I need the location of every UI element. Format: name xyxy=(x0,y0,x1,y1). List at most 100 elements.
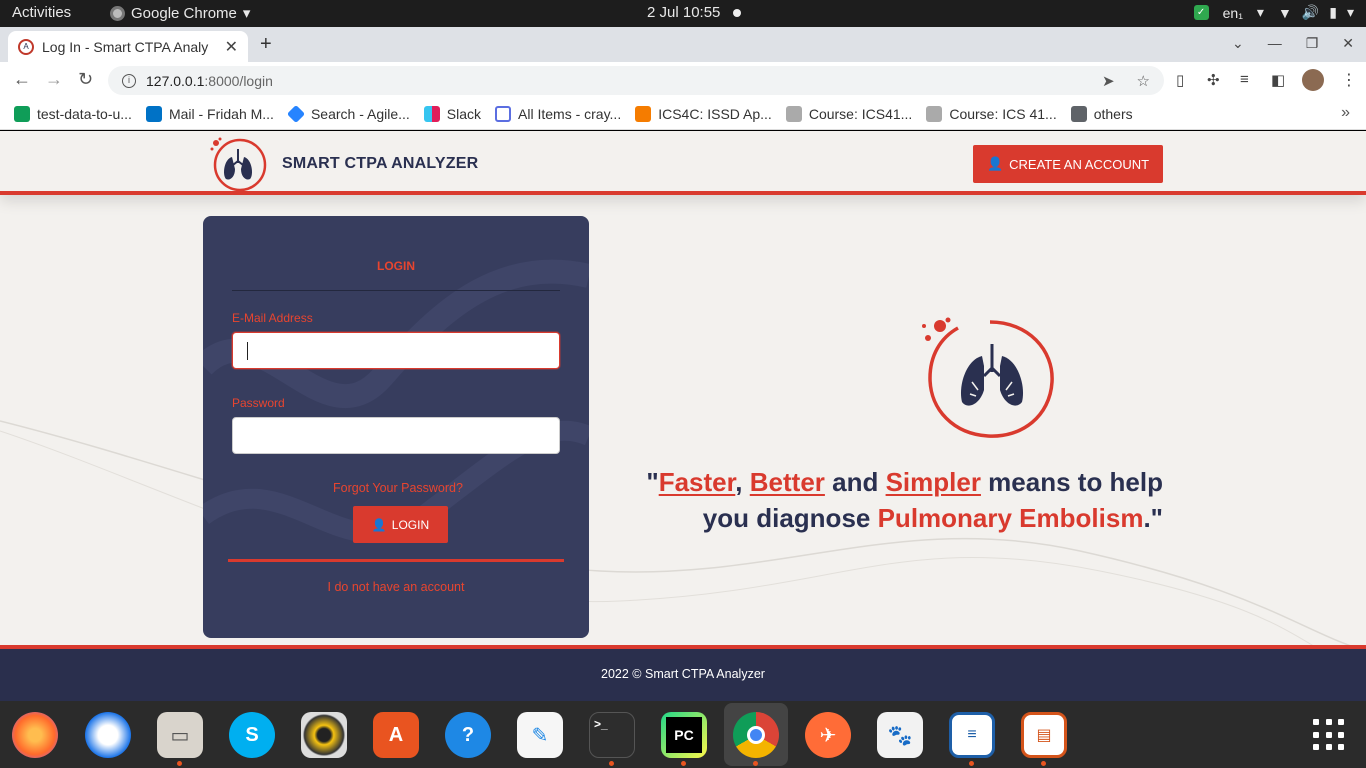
document-icon[interactable]: ▯ xyxy=(1176,71,1184,89)
pycharm-icon[interactable]: PC xyxy=(661,712,707,766)
side-panel-icon[interactable]: ◧ xyxy=(1271,71,1285,89)
tab-login[interactable]: A Log In - Smart CTPA Analy ✕ xyxy=(8,31,248,62)
tab-strip: A Log In - Smart CTPA Analy ✕ + ⌄ — ❐ ✕ xyxy=(0,27,1366,62)
login-title: LOGIN xyxy=(377,259,415,273)
terminal-icon[interactable]: >_ xyxy=(589,712,635,766)
login-button-label: LOGIN xyxy=(391,517,430,532)
person-icon xyxy=(635,105,652,122)
close-window-button[interactable]: ✕ xyxy=(1342,35,1354,52)
login-button[interactable]: 👤 LOGIN xyxy=(353,506,448,543)
close-tab-icon[interactable]: ✕ xyxy=(225,37,238,57)
bookmark-item[interactable]: Course: ICS 41... xyxy=(926,105,1057,122)
browser-toolbar: ← → ↻ i 127.0.0.1:8000/login ➤ ☆ ▯ ✣ ≡ ◧… xyxy=(0,62,1366,98)
paperclip-icon xyxy=(495,105,512,122)
web-page: SMART CTPA ANALYZER 👤 CREATE AN ACCOUNT … xyxy=(0,131,1366,701)
slack-icon xyxy=(423,105,440,122)
app-menu-label: Google Chrome xyxy=(131,4,237,22)
sheets-icon xyxy=(14,105,30,122)
brand[interactable]: SMART CTPA ANALYZER xyxy=(206,135,478,193)
bookmark-star-icon[interactable]: ☆ xyxy=(1137,72,1150,90)
minimize-button[interactable]: — xyxy=(1268,35,1282,52)
app-menu[interactable]: Google Chrome ▾ xyxy=(110,4,250,22)
keyboard-language[interactable]: en₁ xyxy=(1223,5,1243,21)
email-label: E-Mail Address xyxy=(232,311,313,325)
register-link[interactable]: I do not have an account xyxy=(203,580,589,594)
media-queue-icon[interactable]: ≡ xyxy=(1240,71,1249,88)
tab-title: Log In - Smart CTPA Analy xyxy=(42,38,209,55)
bookmark-item[interactable]: Search - Agile... xyxy=(286,104,410,123)
thunderbird-icon[interactable] xyxy=(85,712,131,758)
chevron-down-icon: ▾ xyxy=(242,5,251,22)
bookmark-item[interactable]: ICS4C: ISSD Ap... xyxy=(635,105,772,122)
lungs-logo-icon xyxy=(210,137,267,192)
text-caret xyxy=(247,342,248,360)
more-bookmarks-icon[interactable]: » xyxy=(1341,104,1350,122)
chevron-down-icon: ▾ xyxy=(1256,4,1264,20)
restore-button[interactable]: ❐ xyxy=(1306,35,1319,52)
skype-icon[interactable]: S xyxy=(229,712,275,758)
rhythmbox-icon[interactable] xyxy=(301,712,347,758)
user-plus-icon: 👤 xyxy=(986,156,1004,171)
show-applications-button[interactable] xyxy=(1313,719,1345,751)
email-field[interactable] xyxy=(232,332,560,369)
chrome-icon[interactable] xyxy=(733,712,779,766)
hero-tagline: "Faster, Better and Simpler means to hel… xyxy=(646,467,1163,533)
files-icon[interactable]: ▭ xyxy=(157,712,203,766)
bookmark-item[interactable]: Course: ICS41... xyxy=(785,105,912,122)
lungs-logo-icon xyxy=(922,317,1054,438)
writer-icon[interactable]: ≡ xyxy=(949,712,995,766)
tab-search-icon[interactable]: ⌄ xyxy=(1232,35,1244,52)
help-icon[interactable]: ? xyxy=(445,712,491,758)
dock: ▭ S A ? ✎ >_ PC ✈ 🐾 ≡ ▤ xyxy=(0,701,1366,768)
copyright-text: 2022 © Smart CTPA Analyzer xyxy=(601,667,765,681)
chrome-icon xyxy=(110,5,125,21)
bookmark-item[interactable]: test-data-to-u... xyxy=(14,105,132,122)
bookmarks-bar: test-data-to-u... Mail - Fridah M... Sea… xyxy=(0,98,1366,130)
reload-icon[interactable]: ↻ xyxy=(78,69,93,90)
jira-icon xyxy=(286,104,306,123)
volume-icon: 🔊 xyxy=(1301,4,1320,20)
profile-avatar[interactable] xyxy=(1302,69,1324,91)
clock[interactable]: 2 Jul 10:55 xyxy=(647,4,720,21)
outlook-icon xyxy=(145,105,162,122)
lungs-favicon-icon: A xyxy=(18,38,34,55)
info-icon[interactable]: i xyxy=(122,73,136,88)
software-icon[interactable]: A xyxy=(373,712,419,758)
moodle-icon xyxy=(926,105,943,122)
notification-dot xyxy=(733,9,741,17)
forward-arrow-icon[interactable]: → xyxy=(45,69,63,90)
folder-icon xyxy=(1070,105,1087,122)
site-header: SMART CTPA ANALYZER 👤 CREATE AN ACCOUNT xyxy=(0,131,1366,195)
more-menu-icon[interactable]: ⋮ xyxy=(1341,70,1357,90)
postman-icon[interactable]: ✈ xyxy=(805,712,851,758)
url-text[interactable]: 127.0.0.1:8000/login xyxy=(146,73,273,89)
create-account-button[interactable]: 👤 CREATE AN ACCOUNT xyxy=(973,145,1163,183)
bookmark-item[interactable]: Slack xyxy=(423,105,481,122)
activities-button[interactable]: Activities xyxy=(12,4,71,21)
chevron-down-icon: ▾ xyxy=(1346,4,1354,20)
back-arrow-icon[interactable]: ← xyxy=(13,69,31,90)
password-field[interactable] xyxy=(232,417,560,454)
brand-name: SMART CTPA ANALYZER xyxy=(282,155,479,172)
address-bar[interactable]: i 127.0.0.1:8000/login ➤ ☆ xyxy=(108,66,1164,95)
bookmark-folder[interactable]: others xyxy=(1070,105,1133,122)
text-editor-icon[interactable]: ✎ xyxy=(517,712,563,758)
shield-check-icon[interactable]: ✓ xyxy=(1193,5,1209,20)
system-tray[interactable]: ✓ en₁ ▾ ▼ 🔊 ▮ ▾ xyxy=(1193,4,1354,21)
user-lock-icon: 👤 xyxy=(371,517,387,532)
forgot-password-link[interactable]: Forgot Your Password? xyxy=(203,481,589,495)
moodle-icon xyxy=(785,105,802,122)
new-tab-button[interactable]: + xyxy=(260,33,272,56)
divider xyxy=(232,290,560,291)
impress-icon[interactable]: ▤ xyxy=(1021,712,1067,766)
password-label: Password xyxy=(232,396,285,410)
system-status[interactable]: ▼ 🔊 ▮ ▾ xyxy=(1278,4,1354,21)
gimp-icon[interactable]: 🐾 xyxy=(877,712,923,758)
firefox-icon[interactable] xyxy=(12,712,58,758)
divider xyxy=(228,559,564,562)
bookmark-item[interactable]: All Items - cray... xyxy=(495,105,621,122)
bookmark-item[interactable]: Mail - Fridah M... xyxy=(145,105,274,122)
send-icon[interactable]: ➤ xyxy=(1102,72,1115,90)
extensions-puzzle-icon[interactable]: ✣ xyxy=(1207,71,1220,89)
create-account-label: CREATE AN ACCOUNT xyxy=(1009,156,1150,172)
